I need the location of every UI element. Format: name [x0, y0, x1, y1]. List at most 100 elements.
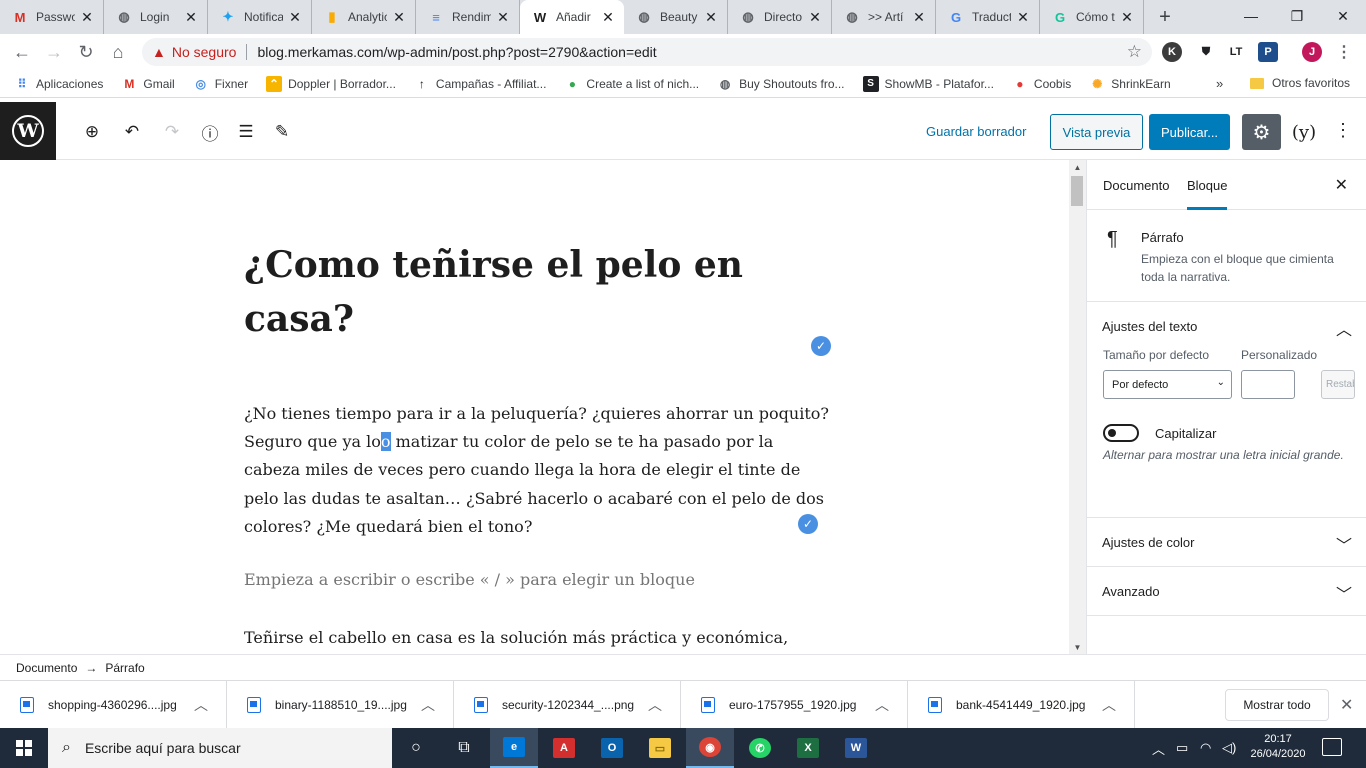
undo-icon[interactable]: ↶ [120, 120, 144, 144]
browser-tab[interactable]: ◍ >> Artí ✕ [832, 0, 936, 34]
settings-gear-icon[interactable]: ⚙ [1242, 114, 1281, 150]
battery-icon[interactable]: ▭ [1176, 728, 1188, 768]
wifi-icon[interactable]: ◠ [1200, 728, 1211, 768]
browser-tab[interactable]: ◍ Beauty ✕ [624, 0, 728, 34]
close-window-icon[interactable]: ✕ [1320, 0, 1366, 32]
close-tab-icon[interactable]: ✕ [183, 9, 199, 26]
close-tab-icon[interactable]: ✕ [495, 9, 511, 26]
preview-button[interactable]: Vista previa [1050, 114, 1143, 150]
tab-document[interactable]: Documento [1103, 178, 1169, 193]
breadcrumb-document[interactable]: Documento [16, 661, 77, 675]
extension-k-icon[interactable]: K [1162, 42, 1182, 62]
profile-avatar[interactable]: J [1302, 42, 1322, 62]
bookmark-gmail[interactable]: M Gmail [121, 76, 174, 92]
advanced-toggle[interactable]: Avanzado ﹀ [1087, 567, 1366, 615]
bookmark-star-icon[interactable]: ☆ [1127, 42, 1142, 62]
close-tab-icon[interactable]: ✕ [1119, 9, 1135, 26]
browser-tab[interactable]: ◍ Directo ✕ [728, 0, 832, 34]
chevron-up-icon[interactable]: ︿ [421, 695, 435, 715]
edit-pencil-icon[interactable]: ✎ [270, 120, 294, 144]
font-size-select[interactable]: Por defecto ⌄ [1103, 370, 1232, 399]
task-view-icon[interactable]: ⧉ [440, 728, 488, 768]
chrome-icon[interactable]: ◉ [686, 728, 734, 768]
bookmark-coobis[interactable]: ● Coobis [1012, 76, 1071, 92]
close-sidebar-icon[interactable]: ✕ [1335, 175, 1348, 195]
address-bar[interactable]: ▲ No seguro blog.merkamas.com/wp-admin/p… [142, 38, 1152, 66]
volume-icon[interactable]: ◁) [1222, 728, 1236, 768]
chevron-up-icon[interactable]: ︿ [1102, 695, 1116, 715]
start-button[interactable] [0, 728, 48, 768]
browser-tab-active[interactable]: W Añadir ✕ [520, 0, 624, 34]
new-tab-button[interactable]: + [1148, 0, 1182, 34]
bookmark-fixner[interactable]: ◎ Fixner [193, 76, 248, 92]
bookmark-apps[interactable]: ⠿ Aplicaciones [14, 76, 104, 92]
extension-p-icon[interactable]: P [1258, 42, 1278, 62]
scroll-thumb[interactable] [1071, 176, 1083, 206]
download-item[interactable]: security-1202344_....png ︿ [454, 681, 681, 729]
chevron-up-icon[interactable]: ︿ [648, 695, 662, 715]
reset-button[interactable]: Restablecer [1321, 370, 1355, 399]
browser-tab[interactable]: ≡ Rendim ✕ [416, 0, 520, 34]
back-icon[interactable]: ← [6, 36, 38, 68]
maximize-icon[interactable]: ❐ [1274, 0, 1320, 32]
browser-tab[interactable]: G Cómo t ✕ [1040, 0, 1144, 34]
whatsapp-icon[interactable]: ✆ [736, 728, 784, 768]
browser-tab[interactable]: G Traduct ✕ [936, 0, 1040, 34]
browser-tab[interactable]: ✦ Notifica ✕ [208, 0, 312, 34]
bookmark-affiliate[interactable]: ↑ Campañas - Affiliat... [414, 76, 547, 92]
taskbar-clock[interactable]: 20:17 26/04/2020 [1248, 732, 1308, 762]
close-downloads-icon[interactable]: ✕ [1340, 695, 1353, 715]
tab-block[interactable]: Bloque [1187, 178, 1228, 210]
browser-tab[interactable]: ▮ Analytic ✕ [312, 0, 416, 34]
chevron-up-icon[interactable]: ︿ [194, 695, 208, 715]
close-tab-icon[interactable]: ✕ [911, 9, 927, 26]
bookmark-doppler[interactable]: ⌃ Doppler | Borrador... [266, 75, 396, 92]
wordpress-logo-button[interactable]: W [0, 101, 56, 160]
save-draft-button[interactable]: Guardar borrador [926, 124, 1026, 139]
bookmark-shrinkearn[interactable]: ✺ ShrinkEarn [1089, 76, 1170, 92]
color-settings-toggle[interactable]: Ajustes de color ﹀ [1087, 518, 1366, 566]
minimize-icon[interactable]: — [1228, 0, 1274, 32]
block-navigation-icon[interactable]: ☰ [234, 120, 258, 144]
scroll-down-icon[interactable]: ▼ [1069, 640, 1086, 654]
browser-menu-icon[interactable]: ⋮ [1334, 42, 1354, 62]
close-tab-icon[interactable]: ✕ [600, 9, 616, 26]
close-tab-icon[interactable]: ✕ [79, 9, 95, 26]
bookmark-showmb[interactable]: S ShowMB - Platafor... [862, 75, 994, 92]
browser-tab[interactable]: ◍ Login ✕ [104, 0, 208, 34]
bookmark-niche[interactable]: ● Create a list of nich... [564, 76, 699, 92]
custom-size-input[interactable] [1241, 370, 1295, 399]
close-tab-icon[interactable]: ✕ [391, 9, 407, 26]
more-options-icon[interactable]: ⋮ [1334, 120, 1352, 141]
download-item[interactable]: euro-1757955_1920.jpg ︿ [681, 681, 908, 729]
close-tab-icon[interactable]: ✕ [703, 9, 719, 26]
capitalize-toggle[interactable] [1103, 424, 1139, 442]
excel-icon[interactable]: X [784, 728, 832, 768]
outlook-icon[interactable]: O [588, 728, 636, 768]
home-icon[interactable]: ⌂ [102, 36, 134, 68]
close-tab-icon[interactable]: ✕ [807, 9, 823, 26]
extension-shield-icon[interactable]: ⛊ [1196, 42, 1216, 62]
browser-tab[interactable]: M Passwo ✕ [0, 0, 104, 34]
reload-icon[interactable]: ↻ [70, 36, 102, 68]
close-tab-icon[interactable]: ✕ [287, 9, 303, 26]
other-favorites-folder[interactable]: Otros favoritos [1250, 76, 1350, 90]
file-explorer-icon[interactable]: ▭ [636, 728, 684, 768]
publish-button[interactable]: Publicar... [1149, 114, 1230, 150]
download-item[interactable]: bank-4541449_1920.jpg ︿ [908, 681, 1135, 729]
tray-chevron-icon[interactable]: ︿ [1152, 728, 1165, 768]
paragraph-block[interactable]: Teñirse el cabello en casa es la solució… [244, 624, 834, 654]
bookmark-shoutouts[interactable]: ◍ Buy Shoutouts fro... [717, 76, 845, 92]
word-icon[interactable]: W [832, 728, 880, 768]
taskbar-search[interactable]: ⌕ Escribe aquí para buscar [48, 728, 392, 768]
grammarly-check-icon[interactable]: ✓ [811, 336, 831, 356]
breadcrumb-paragraph[interactable]: Párrafo [105, 661, 144, 675]
insecure-label[interactable]: No seguro [172, 44, 237, 60]
download-item[interactable]: binary-1188510_19....jpg ︿ [227, 681, 454, 729]
redo-icon[interactable]: ↷ [160, 120, 184, 144]
acrobat-icon[interactable]: A [540, 728, 588, 768]
text-settings-toggle[interactable]: Ajustes del texto ︿ [1087, 302, 1366, 350]
close-tab-icon[interactable]: ✕ [1015, 9, 1031, 26]
grammarly-check-icon[interactable]: ✓ [798, 514, 818, 534]
add-block-icon[interactable]: ⊕ [80, 120, 104, 144]
